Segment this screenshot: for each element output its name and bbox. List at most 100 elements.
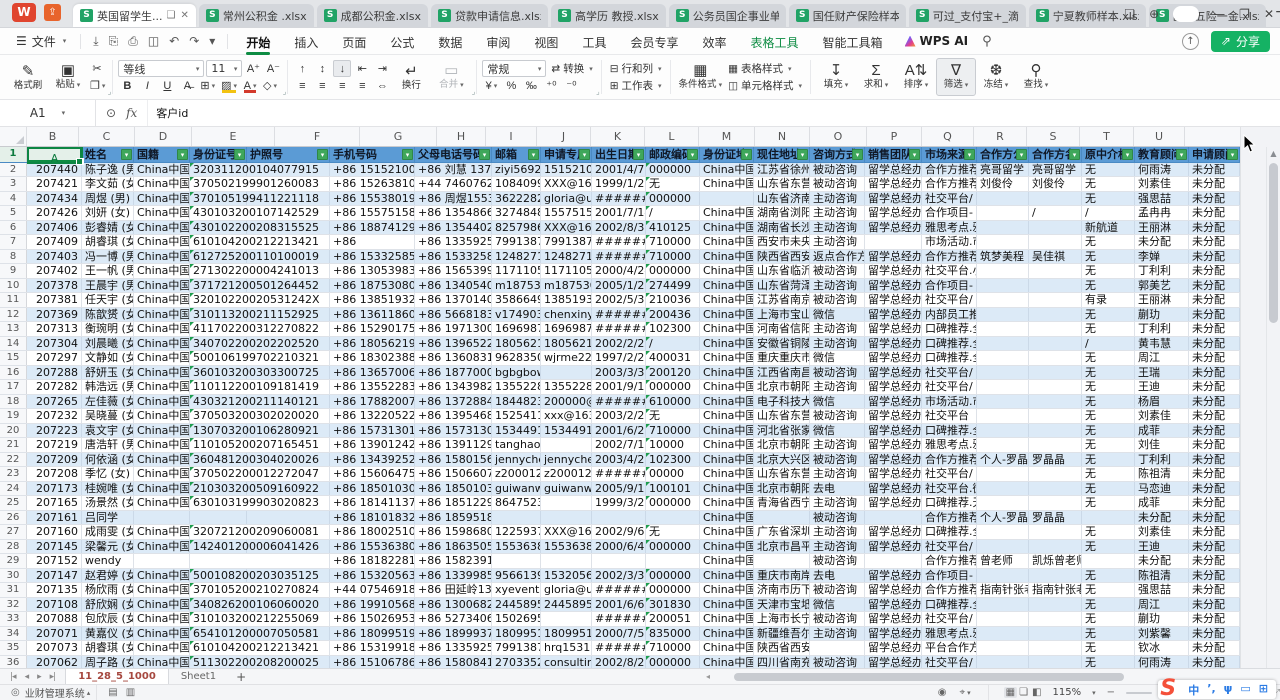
grid-cell[interactable]: 陕西省西安 [754, 250, 810, 264]
grid-cell[interactable]: China中国 [134, 206, 190, 220]
grid-cell[interactable]: 180562199 [492, 337, 541, 351]
grid-cell[interactable]: 留学总经办 [865, 569, 922, 583]
grid-cell[interactable] [247, 511, 330, 525]
grid-cell[interactable]: 文静如 (女 [82, 351, 134, 365]
menu-tab-开始[interactable]: 开始 [234, 30, 282, 53]
grid-cell[interactable]: China中国 [134, 221, 190, 235]
grid-cell[interactable] [1029, 612, 1082, 626]
ime-toolbox-icon[interactable]: ⊞ [1259, 682, 1268, 698]
paste-button[interactable]: ▣粘贴▾ [48, 58, 88, 96]
cut-button[interactable]: ✂ [88, 60, 106, 77]
header-cell[interactable]: 咨询方式▾ [810, 147, 865, 162]
grid-cell[interactable]: 口碑推荐.全 [922, 424, 977, 438]
row-header[interactable]: 4 [0, 192, 27, 206]
header-cell[interactable]: 护照号▾ [247, 147, 330, 162]
grid-cell[interactable] [646, 511, 700, 525]
grid-cell[interactable]: 612725200110100019 [190, 250, 247, 264]
grid-cell[interactable]: China中国 [134, 395, 190, 409]
grid-cell[interactable]: 151521001 [541, 163, 592, 177]
grid-cell[interactable]: consulting [541, 656, 592, 669]
grid-cell[interactable]: 留学总经办 [865, 598, 922, 612]
grid-cell[interactable]: 200000@qq [541, 395, 592, 409]
grid-cell[interactable]: 口碑推荐.全 [922, 322, 977, 336]
grid-cell[interactable]: 207378 [27, 279, 82, 293]
grid-cell[interactable]: 王丽淋 [1135, 221, 1189, 235]
grid-cell[interactable]: +86 1339985047 [415, 569, 492, 583]
grid-cell[interactable]: 2000/6/4 [592, 540, 646, 554]
minimize-button[interactable]: — [1213, 7, 1225, 21]
grid-cell[interactable]: 留学总经办 [865, 206, 922, 220]
grid-cell[interactable]: 微信 [810, 395, 865, 409]
grid-cell[interactable]: ######## [592, 467, 646, 481]
add-sheet-button[interactable]: + [228, 670, 254, 684]
grid-cell[interactable]: 留学总经办 [865, 337, 922, 351]
header-cell[interactable]: 国籍▾ [134, 147, 190, 162]
grid-cell[interactable] [754, 554, 810, 568]
grid-cell[interactable]: +86 1863505000 [415, 540, 492, 554]
grid-cell[interactable]: tanghaoxu [492, 438, 541, 452]
column-header-E[interactable]: E [192, 127, 275, 146]
grid-cell[interactable] [190, 511, 247, 525]
grid-cell[interactable]: 合作项目- [922, 569, 977, 583]
grid-cell[interactable]: 000000 [646, 656, 700, 669]
grid-cell[interactable]: 留学总经办 [865, 641, 922, 655]
grid-cell[interactable]: XXX@163. [541, 177, 592, 191]
row-header[interactable]: 10 [0, 279, 27, 293]
menu-tab-会员专享[interactable]: 会员专享 [618, 30, 690, 53]
grid-cell[interactable]: China中国 [700, 221, 754, 235]
grid-cell[interactable]: China中国 [134, 163, 190, 177]
grid-cell[interactable]: 指南针张老 [1029, 583, 1082, 597]
grid-cell[interactable]: 2002/8/20 [592, 656, 646, 669]
grid-cell[interactable]: 北京市朝阳 [754, 438, 810, 452]
grid-cell[interactable] [865, 235, 922, 249]
file-tab[interactable]: S英国留学生...❑✕ [73, 4, 196, 27]
grid-cell[interactable]: v17490376 [492, 308, 541, 322]
grid-cell[interactable]: 000000 [646, 192, 700, 206]
grid-cell[interactable]: 207152 [27, 554, 82, 568]
grid-cell[interactable]: 社交平台 [922, 409, 977, 423]
header-cell[interactable]: 姓名▾ [82, 147, 134, 162]
grid-cell[interactable] [865, 511, 922, 525]
grid-cell[interactable]: 周江 [1135, 351, 1189, 365]
grid-cell[interactable]: hrq153199 [541, 641, 592, 655]
grid-cell[interactable]: 124827175 [492, 250, 541, 264]
grid-cell[interactable]: 未分配 [1189, 409, 1240, 423]
grid-cell[interactable] [977, 279, 1029, 293]
grid-cell[interactable]: 207145 [27, 540, 82, 554]
grid-cell[interactable]: 社交平台.小 [922, 264, 977, 278]
grid-cell[interactable]: 207173 [27, 482, 82, 496]
grid-cell[interactable]: China中国 [134, 424, 190, 438]
grid-cell[interactable]: 360103200303300725 [190, 366, 247, 380]
grid-cell[interactable]: +86 56681836 [415, 308, 492, 322]
grid-cell[interactable]: ######## [592, 641, 646, 655]
grid-cell[interactable]: 未分配 [1189, 511, 1240, 525]
grid-cell[interactable]: 138519326 [541, 293, 592, 307]
grid-cell[interactable]: 180995191 [492, 627, 541, 641]
header-cell[interactable]: 市场来源▾ [922, 147, 977, 162]
grid-cell[interactable]: 未分配 [1189, 395, 1240, 409]
column-header-S[interactable]: S [1027, 127, 1080, 146]
file-tab[interactable]: S贷款申请信息.xlsx [431, 4, 548, 27]
grid-cell[interactable]: 135522836 [492, 380, 541, 394]
grid-cell[interactable] [977, 337, 1029, 351]
grid-cell[interactable]: China中国 [134, 525, 190, 539]
grid-cell[interactable]: 未分配 [1189, 656, 1240, 669]
grid-cell[interactable]: China中国 [134, 438, 190, 452]
grid-cell[interactable]: 主动咨询 [810, 438, 865, 452]
grid-cell[interactable]: 2002/3/3 [592, 569, 646, 583]
filter-dropdown-icon[interactable]: ▾ [528, 149, 539, 160]
workspace-label[interactable]: 业财管理系统 [25, 685, 85, 700]
grid-cell[interactable]: 000000 [646, 496, 700, 510]
grid-cell[interactable] [1029, 279, 1082, 293]
grid-cell[interactable]: 社交平台/ [922, 467, 977, 481]
grid-cell[interactable]: 留学总经办 [865, 351, 922, 365]
grid-cell[interactable]: 169698712 [541, 322, 592, 336]
select-all-corner[interactable] [0, 127, 27, 146]
grid-cell[interactable]: 蒯玏 [1135, 308, 1189, 322]
grid-cell[interactable]: China中国 [134, 177, 190, 191]
grid-cell[interactable]: 李婵 [1135, 250, 1189, 264]
grid-cell[interactable]: 返点合作方 [810, 250, 865, 264]
grid-cell[interactable]: China中国 [134, 409, 190, 423]
grid-cell[interactable]: 北京市昌平 [754, 540, 810, 554]
number-format-select[interactable]: 常规▾ [482, 60, 546, 77]
